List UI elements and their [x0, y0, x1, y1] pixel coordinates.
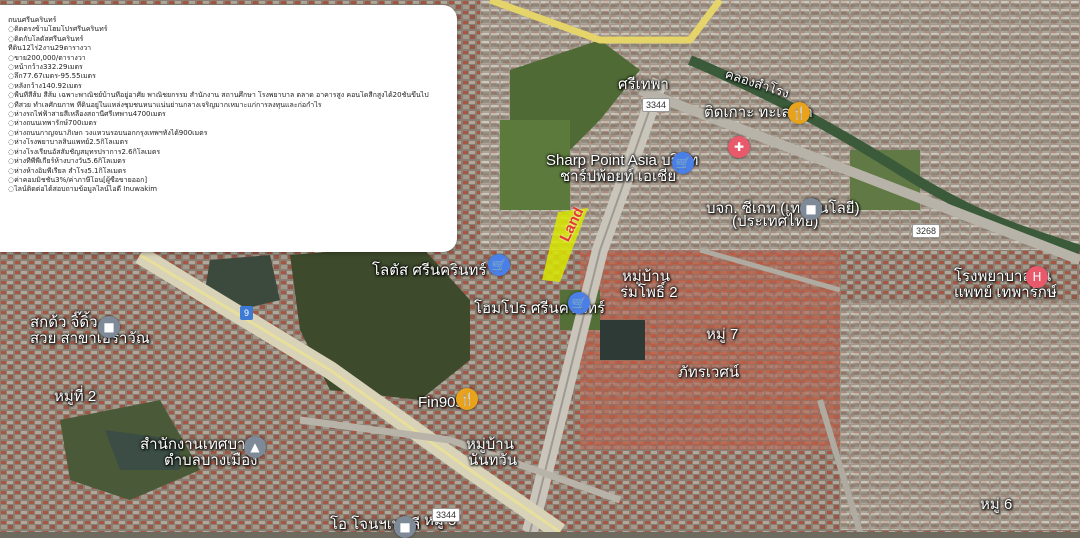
label-office-2: ตำบลบางเมือง: [164, 452, 258, 469]
label-village-1: หมู่บ้าน: [622, 268, 670, 285]
label-moo2: หมู่ที่ 2: [54, 388, 97, 405]
listing-info-line: ◌ห่างถนนเทพารักษ์700เมตร: [8, 119, 97, 128]
listing-info-line: ◌ลึก77.67เมตร-95.55เมตร: [8, 72, 96, 81]
cart-icon[interactable]: 🛒: [488, 254, 510, 276]
listing-info-line: ◌หลังกว้าง140.92เมตร: [8, 81, 82, 90]
cart-icon[interactable]: 🛒: [568, 292, 590, 314]
label-village-1b: ร่มโพธิ์ 2: [620, 284, 678, 301]
listing-info-line: ◌ที่สวย ทำเลศักยภาพ ที่ดินอยู่ในแหล่งชุม…: [8, 100, 322, 109]
listing-info-line: ◌ค่าคอมมิชชั่น3%/ค่าภาษีโอน[ผู้ซื้อขายออ…: [8, 175, 148, 184]
listing-info-panel: ถนนศรีนครินทร์ ◌ติดตรงข้ามโฮมโปรศรีนครินท…: [0, 5, 457, 252]
label-sakdo-1: สกด้ว จิ๊ดิ้ว: [30, 314, 98, 331]
listing-info-line: ◌ไลน์ติดต่อได้สอบถามข้อมูลไลน์ไอดี Inuwa…: [8, 185, 158, 194]
route-badge-3344-top: 3344: [642, 98, 671, 112]
listing-info-line: ◌ติดกับโลตัสศรีนครินทร์: [8, 34, 84, 43]
listing-info-line: ◌พื้นที่สีส้ม สีส้ม เฉพาะพาณิชย์บ้านที่อ…: [8, 91, 429, 100]
fork-knife-icon[interactable]: 🍴: [456, 388, 478, 410]
listing-info-line: ◌ห่างทีพีพีเกียร์ห้างบางวัน5.6กิโลเมตร: [8, 157, 126, 166]
label-sakdo-2: สวย สาขาเอราวัณ: [30, 330, 150, 347]
building-icon[interactable]: ■: [800, 198, 822, 220]
government-icon[interactable]: ▲: [244, 436, 266, 458]
listing-info-line: ◌ติดตรงข้ามโฮมโปรศรีนครินทร์: [8, 25, 108, 34]
label-village-2b: นันทวัน: [468, 452, 518, 469]
label-phattharawet: ภัทรเวศน์: [678, 364, 740, 381]
label-moo6: หมู่ 6: [980, 496, 1013, 513]
label-lotus: โลตัส ศรีนครินทร์: [372, 262, 487, 279]
label-sharp-point-th: ชาร์ปพ้อยท์ เอเชีย: [560, 168, 677, 185]
label-office-1: สำนักงานเทศบาล: [140, 436, 255, 453]
listing-info-line: ◌ห่างโรงพยาบาลสินแพทย์2.5กิโลเมตร: [8, 138, 128, 147]
hospital-icon[interactable]: H: [1026, 266, 1048, 288]
label-village-2: หมู่บ้าน: [466, 436, 514, 453]
listing-info-line: ◌ห่างโรงเรียนอัสสัมชัญสมุทรปราการ2.6กิโล…: [8, 147, 161, 156]
cart-icon[interactable]: 🛒: [672, 152, 694, 174]
listing-info-line: ถนนศรีนครินทร์: [8, 16, 57, 24]
fork-knife-icon[interactable]: 🍴: [788, 102, 810, 124]
listing-info-line: ◌ขาย200,000/ตารางวา: [8, 53, 86, 62]
listing-info-line: ◌ห่างห้างอิมพีเรียล สำโรง5.1กิโลเมตร: [8, 166, 127, 175]
listing-info-line: ◌หน้ากว้าง332.29เมตร: [8, 63, 83, 72]
building-icon[interactable]: ■: [394, 516, 416, 538]
hospital-icon[interactable]: ✚: [728, 136, 750, 158]
listing-info-line: ◌ห่างรถไฟฟ้าสายสีเหลืองสถานีศรีเทพาน4700…: [8, 110, 166, 119]
route-badge-3344-bottom: 3344: [432, 508, 461, 522]
route-badge-3268: 3268: [912, 224, 941, 238]
building-icon[interactable]: ■: [98, 316, 120, 338]
route-badge-9: 9: [240, 306, 254, 320]
listing-info-line: ◌ห่างถนนกาญจนาภิเษก วงแหวนรอบนอกกรุงเทพฯ…: [8, 128, 208, 137]
label-srithepa: ศรีเทพา: [618, 76, 669, 93]
listing-info-line: ที่ดิน12ไร่2งาน29ตารางวา: [8, 44, 92, 53]
label-moo7: หมู่ 7: [706, 326, 739, 343]
